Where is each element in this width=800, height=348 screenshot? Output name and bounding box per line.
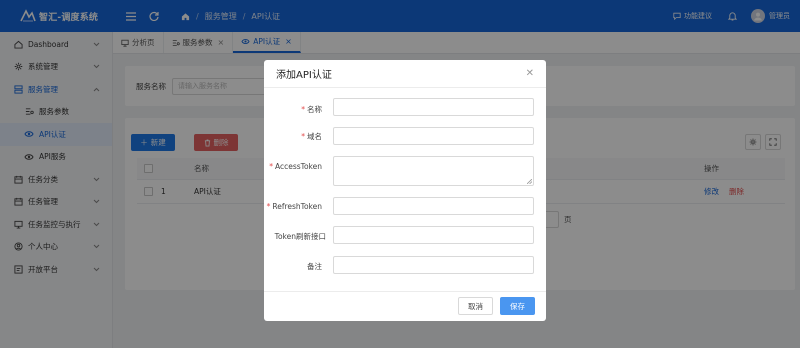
field-label: 备注 (307, 262, 322, 271)
token-refresh-url-field[interactable] (333, 226, 534, 244)
access-token-field[interactable] (333, 156, 534, 186)
refresh-token-field[interactable] (333, 197, 534, 215)
resize-handle-icon[interactable] (527, 179, 532, 184)
save-button[interactable]: 保存 (500, 297, 535, 315)
field-label: * RefreshToken (266, 202, 322, 211)
remark-field[interactable] (333, 256, 534, 274)
cancel-button[interactable]: 取消 (458, 297, 493, 315)
modal-header: 添加API认证 ✕ (264, 60, 546, 88)
name-field[interactable] (333, 98, 534, 116)
modal-title: 添加API认证 (276, 70, 332, 81)
field-label: * 名称 (301, 105, 322, 114)
add-api-auth-dialog: 添加API认证 ✕ * 名称 * 域名 * AccessToken * RefreshT… (264, 60, 546, 321)
domain-field[interactable] (333, 127, 534, 145)
field-label: Token刷新接口 (274, 232, 326, 241)
field-label: * AccessToken (269, 162, 322, 171)
close-icon[interactable]: ✕ (526, 68, 534, 79)
field-label: * 域名 (301, 132, 322, 141)
